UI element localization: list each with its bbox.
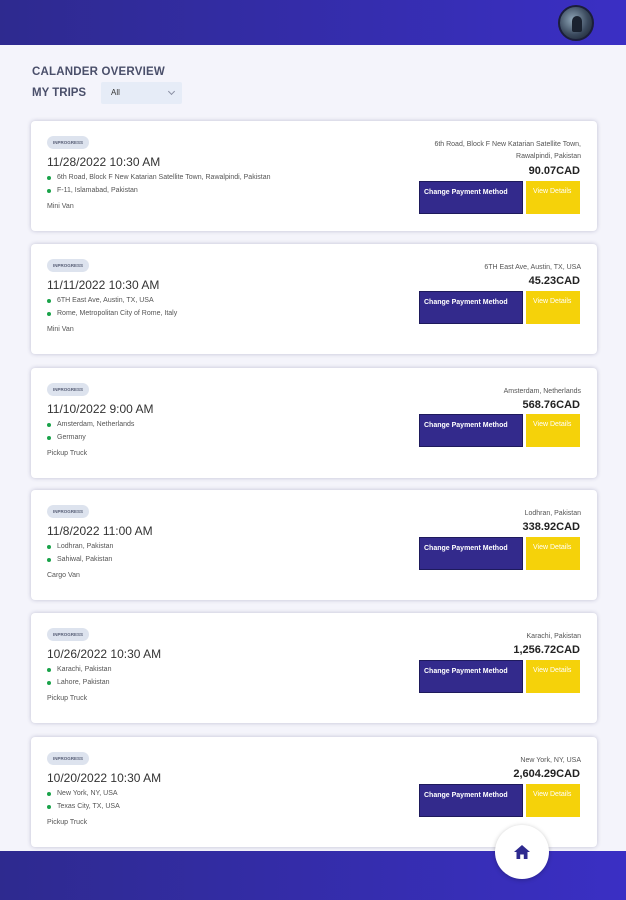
origin-text: 6th Road, Block F New Katarian Satellite… [57, 174, 271, 181]
vehicle-type: Cargo Van [47, 572, 80, 579]
status-badge: INPROGRESS [47, 628, 90, 641]
trip-datetime: 10/20/2022 10:30 AM [47, 771, 162, 785]
origin-location: Karachi, Pakistan [47, 666, 111, 673]
pickup-address: Lodhran, Pakistan [524, 510, 581, 517]
trip-amount: 45.23CAD [528, 275, 580, 287]
location-dot-icon [47, 298, 51, 303]
destination-text: Sahiwal, Pakistan [57, 556, 113, 563]
change-payment-method-button[interactable]: Change Payment Method [419, 414, 523, 447]
view-details-button[interactable]: View Details [526, 660, 580, 693]
view-details-button[interactable]: View Details [526, 784, 580, 817]
trip-datetime: 11/8/2022 11:00 AM [47, 524, 153, 538]
location-dot-icon [47, 311, 51, 316]
location-dot-icon [47, 804, 51, 809]
change-payment-method-button[interactable]: Change Payment Method [419, 181, 523, 214]
location-dot-icon [47, 557, 51, 562]
location-dot-icon [47, 544, 51, 549]
pickup-address: 6th Road, Block F New Katarian Satellite… [434, 141, 581, 160]
pickup-address: New York, NY, USA [520, 757, 581, 764]
status-badge: INPROGRESS [47, 383, 90, 396]
destination-text: Texas City, TX, USA [57, 803, 120, 810]
origin-location: 6th Road, Block F New Katarian Satellite… [47, 174, 270, 181]
home-icon [514, 845, 530, 859]
chevron-down-icon [167, 87, 176, 96]
location-dot-icon [47, 435, 51, 440]
home-button[interactable] [495, 825, 549, 879]
destination-text: Lahore, Pakistan [57, 679, 110, 686]
trip-amount: 2,604.29CAD [513, 768, 580, 780]
trip-datetime: 10/26/2022 10:30 AM [47, 647, 162, 661]
top-app-bar [0, 0, 626, 45]
location-dot-icon [47, 422, 51, 427]
my-trips-label: MY TRIPS [32, 87, 87, 99]
location-dot-icon [47, 680, 51, 685]
vehicle-type: Mini Van [47, 203, 74, 210]
location-dot-icon [47, 175, 51, 180]
trip-amount: 568.76CAD [522, 399, 580, 411]
vehicle-type: Mini Van [47, 326, 74, 333]
view-details-button[interactable]: View Details [526, 537, 580, 570]
destination-location: Sahiwal, Pakistan [47, 556, 112, 563]
page-title: CALANDER OVERVIEW [32, 66, 165, 78]
destination-location: Lahore, Pakistan [47, 679, 110, 686]
destination-location: Germany [47, 434, 86, 441]
change-payment-method-button[interactable]: Change Payment Method [419, 784, 523, 817]
trip-card: INPROGRESS 11/8/2022 11:00 AM Lodhran, P… [31, 490, 597, 600]
status-badge: INPROGRESS [47, 505, 90, 518]
destination-location: F-11, Islamabad, Pakistan [47, 187, 138, 194]
destination-text: Germany [57, 434, 86, 441]
status-badge: INPROGRESS [47, 136, 90, 149]
location-dot-icon [47, 667, 51, 672]
status-badge: INPROGRESS [47, 259, 90, 272]
destination-location: Texas City, TX, USA [47, 803, 120, 810]
trip-amount: 1,256.72CAD [513, 644, 580, 656]
origin-text: 6TH East Ave, Austin, TX, USA [57, 297, 154, 304]
origin-text: Karachi, Pakistan [57, 666, 112, 673]
vehicle-type: Pickup Truck [47, 819, 88, 826]
origin-text: New York, NY, USA [57, 790, 118, 797]
pickup-address: Karachi, Pakistan [526, 633, 581, 640]
vehicle-type: Pickup Truck [47, 450, 88, 457]
pickup-address: Amsterdam, Netherlands [503, 388, 581, 395]
change-payment-method-button[interactable]: Change Payment Method [419, 660, 523, 693]
status-badge: INPROGRESS [47, 752, 90, 765]
view-details-button[interactable]: View Details [526, 414, 580, 447]
origin-text: Amsterdam, Netherlands [57, 421, 135, 428]
location-dot-icon [47, 791, 51, 796]
change-payment-method-button[interactable]: Change Payment Method [419, 537, 523, 570]
destination-text: Rome, Metropolitan City of Rome, Italy [57, 310, 178, 317]
view-details-button[interactable]: View Details [526, 291, 580, 324]
destination-text: F-11, Islamabad, Pakistan [57, 187, 138, 194]
trip-datetime: 11/10/2022 9:00 AM [47, 402, 154, 416]
pickup-address: 6TH East Ave, Austin, TX, USA [484, 264, 581, 271]
trip-datetime: 11/11/2022 10:30 AM [47, 278, 160, 292]
trip-filter-select[interactable]: All [101, 82, 182, 104]
change-payment-method-button[interactable]: Change Payment Method [419, 291, 523, 324]
origin-location: New York, NY, USA [47, 790, 118, 797]
vehicle-type: Pickup Truck [47, 695, 88, 702]
user-avatar[interactable] [558, 5, 594, 41]
origin-location: Lodhran, Pakistan [47, 543, 113, 550]
origin-text: Lodhran, Pakistan [57, 543, 114, 550]
origin-location: Amsterdam, Netherlands [47, 421, 134, 428]
trip-filter-value: All [111, 88, 120, 97]
trip-amount: 90.07CAD [528, 165, 580, 177]
view-details-button[interactable]: View Details [526, 181, 580, 214]
trip-datetime: 11/28/2022 10:30 AM [47, 155, 161, 169]
trip-card: INPROGRESS 11/10/2022 9:00 AM Amsterdam,… [31, 368, 597, 478]
destination-location: Rome, Metropolitan City of Rome, Italy [47, 310, 177, 317]
trip-card: INPROGRESS 11/28/2022 10:30 AM 6th Road,… [31, 121, 597, 231]
origin-location: 6TH East Ave, Austin, TX, USA [47, 297, 154, 304]
trip-amount: 338.92CAD [522, 521, 580, 533]
location-dot-icon [47, 188, 51, 193]
trip-card: INPROGRESS 11/11/2022 10:30 AM 6TH East … [31, 244, 597, 354]
trip-card: INPROGRESS 10/26/2022 10:30 AM Karachi, … [31, 613, 597, 723]
